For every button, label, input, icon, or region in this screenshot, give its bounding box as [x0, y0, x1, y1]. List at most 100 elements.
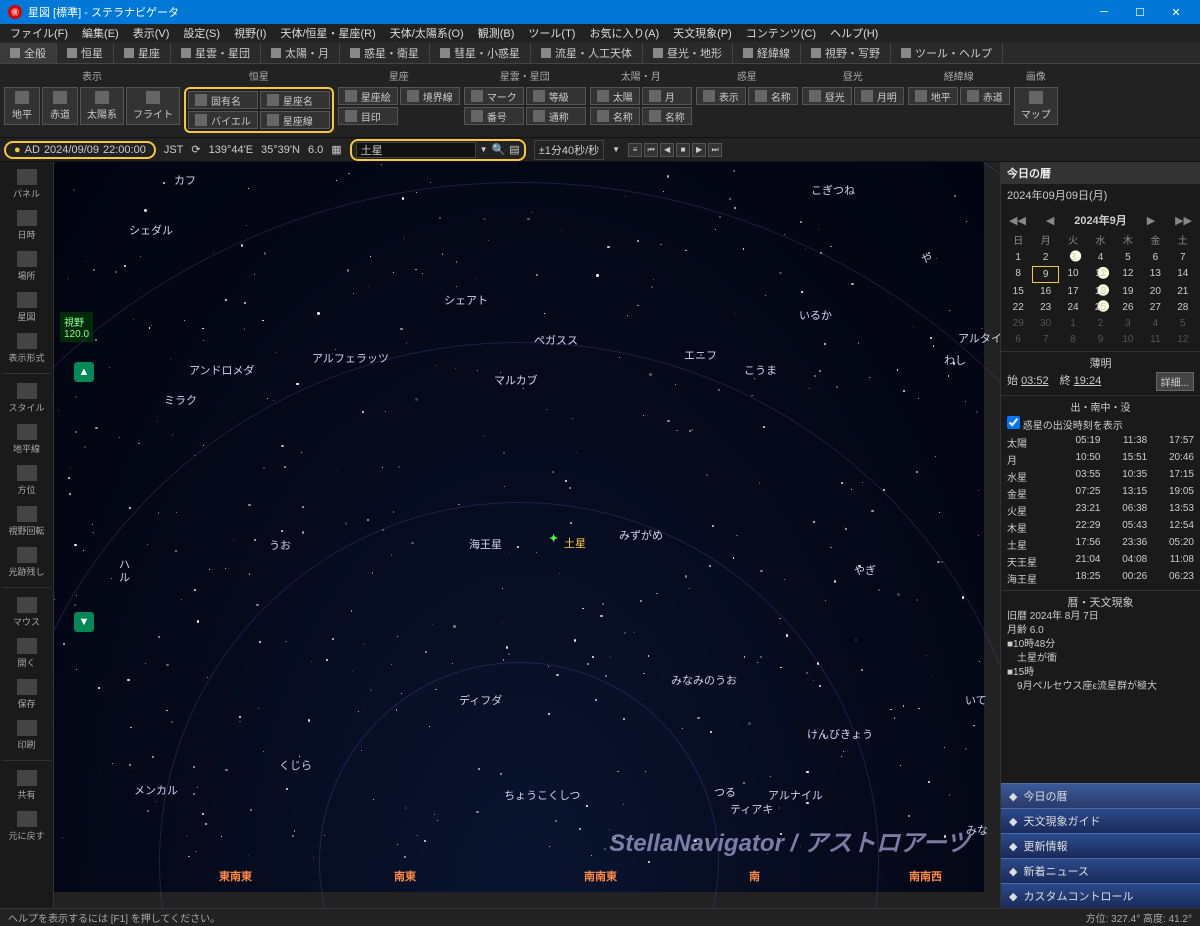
- forward-button[interactable]: ⏭: [708, 143, 722, 157]
- calendar-day[interactable]: 11: [1142, 332, 1168, 347]
- toolbar-button[interactable]: 太陽: [590, 87, 640, 105]
- side-tool-button[interactable]: 地平線: [2, 421, 51, 458]
- menu-item[interactable]: 視野(I): [228, 24, 272, 42]
- side-tool-button[interactable]: 元に戻す: [2, 808, 51, 845]
- toolbar-button[interactable]: 等級: [526, 87, 586, 105]
- calendar-day[interactable]: 8: [1005, 266, 1031, 283]
- toolbar-button[interactable]: 名称: [590, 107, 640, 125]
- cal-prev-month[interactable]: ◀: [1046, 214, 1054, 227]
- side-tool-button[interactable]: 視野回転: [2, 503, 51, 540]
- calendar-day[interactable]: 9: [1087, 332, 1113, 347]
- calendar-day[interactable]: 12: [1115, 266, 1141, 283]
- calendar-day[interactable]: 5: [1170, 316, 1196, 331]
- datetime-display[interactable]: ● AD 2024/09/09 22:00:00: [4, 141, 156, 159]
- side-tool-button[interactable]: パネル: [2, 166, 51, 203]
- calendar-day[interactable]: 10: [1115, 332, 1141, 347]
- step-icon[interactable]: ≡: [628, 143, 642, 157]
- category-tab[interactable]: 彗星・小惑星: [430, 43, 531, 63]
- calendar-day[interactable]: 23: [1032, 300, 1058, 315]
- minimize-button[interactable]: ─: [1088, 0, 1120, 24]
- toolbar-button[interactable]: 目印: [338, 107, 398, 125]
- search-input[interactable]: [356, 142, 476, 158]
- calendar-day[interactable]: 10: [1060, 266, 1086, 283]
- category-tab[interactable]: 太陽・月: [261, 43, 340, 63]
- calendar-day[interactable]: 22: [1005, 300, 1031, 315]
- toolbar-button[interactable]: 赤道: [960, 87, 1010, 105]
- list-icon[interactable]: ▤: [509, 143, 519, 156]
- calendar-day[interactable]: 30: [1032, 316, 1058, 331]
- calendar-day[interactable]: 25: [1087, 300, 1113, 315]
- calendar-day[interactable]: 6: [1005, 332, 1031, 347]
- toolbar-button[interactable]: 地平: [4, 87, 40, 125]
- panel-tab[interactable]: ◆カスタムコントロール: [1001, 883, 1200, 908]
- side-tool-button[interactable]: 保存: [2, 676, 51, 713]
- calendar-day[interactable]: 2: [1032, 250, 1058, 265]
- maximize-button[interactable]: ☐: [1124, 0, 1156, 24]
- menu-item[interactable]: 表示(V): [127, 24, 176, 42]
- calendar-day[interactable]: 13: [1142, 266, 1168, 283]
- toolbar-button[interactable]: 月明: [854, 87, 904, 105]
- calendar-day[interactable]: 12: [1170, 332, 1196, 347]
- category-tab[interactable]: 星雲・星団: [171, 43, 261, 63]
- calendar-day[interactable]: 1: [1060, 316, 1086, 331]
- category-tab[interactable]: 経緯線: [733, 43, 801, 63]
- side-tool-button[interactable]: 方位: [2, 462, 51, 499]
- toolbar-button[interactable]: フライト: [126, 87, 180, 125]
- calendar-day[interactable]: 26: [1115, 300, 1141, 315]
- toolbar-button[interactable]: 星座線: [260, 111, 330, 129]
- prev-button[interactable]: ◀: [660, 143, 674, 157]
- category-tab[interactable]: 視野・写野: [801, 43, 891, 63]
- side-tool-button[interactable]: 場所: [2, 248, 51, 285]
- side-tool-button[interactable]: 表示形式: [2, 330, 51, 367]
- calendar-day[interactable]: 15: [1005, 284, 1031, 299]
- calendar-day[interactable]: 1: [1005, 250, 1031, 265]
- calendar-day[interactable]: 8: [1060, 332, 1086, 347]
- toolbar-button[interactable]: 太陽系: [80, 87, 124, 125]
- menu-item[interactable]: 天体/太陽系(O): [384, 24, 470, 42]
- rewind-button[interactable]: ⏮: [644, 143, 658, 157]
- calendar-day[interactable]: 11: [1087, 266, 1113, 283]
- calendar-day[interactable]: 17: [1060, 284, 1086, 299]
- toolbar-button[interactable]: 昼光: [802, 87, 852, 105]
- now-icon[interactable]: ⟳: [191, 143, 200, 156]
- side-tool-button[interactable]: 日時: [2, 207, 51, 244]
- calendar-day[interactable]: 28: [1170, 300, 1196, 315]
- toolbar-button[interactable]: 赤道: [42, 87, 78, 125]
- calendar-day[interactable]: 4: [1087, 250, 1113, 265]
- stop-button[interactable]: ■: [676, 143, 690, 157]
- category-tab[interactable]: 昼光・地形: [643, 43, 733, 63]
- twilight-detail-button[interactable]: 詳細...: [1156, 372, 1194, 391]
- calendar-day[interactable]: 18: [1087, 284, 1113, 299]
- toolbar-button[interactable]: 表示: [696, 87, 746, 105]
- toolbar-button[interactable]: 星座名: [260, 91, 330, 109]
- menu-item[interactable]: 天文現象(P): [667, 24, 738, 42]
- calendar-day[interactable]: 3: [1115, 316, 1141, 331]
- calendar-day[interactable]: 5: [1115, 250, 1141, 265]
- timestep-dropdown[interactable]: ▼: [612, 145, 620, 154]
- calendar-day[interactable]: 6: [1142, 250, 1168, 265]
- menu-item[interactable]: 設定(S): [177, 24, 226, 42]
- category-tab[interactable]: 星座: [114, 43, 171, 63]
- close-button[interactable]: ✕: [1160, 0, 1192, 24]
- calendar-day[interactable]: 24: [1060, 300, 1086, 315]
- category-tab[interactable]: 惑星・衛星: [340, 43, 430, 63]
- menu-item[interactable]: お気に入り(A): [583, 24, 665, 42]
- toolbar-button[interactable]: 境界線: [400, 87, 460, 105]
- side-tool-button[interactable]: 光跡残し: [2, 544, 51, 581]
- panel-tab[interactable]: ◆天文現象ガイド: [1001, 808, 1200, 833]
- toolbar-button[interactable]: 番号: [464, 107, 524, 125]
- menu-item[interactable]: ツール(T): [522, 24, 581, 42]
- calendar-day[interactable]: 21: [1170, 284, 1196, 299]
- star-chart[interactable]: 視野 120.0 ▲ ▼ StellaNavigator / アストロアーツ カ…: [54, 162, 1000, 908]
- category-tab[interactable]: 流星・人工天体: [531, 43, 643, 63]
- dropdown-icon[interactable]: ▼: [480, 145, 488, 154]
- play-button[interactable]: ▶: [692, 143, 706, 157]
- panel-tab[interactable]: ◆今日の暦: [1001, 783, 1200, 808]
- calendar-day[interactable]: 9: [1032, 266, 1058, 283]
- calendar-day[interactable]: 19: [1115, 284, 1141, 299]
- menu-item[interactable]: ファイル(F): [4, 24, 74, 42]
- menu-item[interactable]: 天体/恒星・星座(R): [274, 24, 381, 42]
- side-tool-button[interactable]: 開く: [2, 635, 51, 672]
- calendar-day[interactable]: 2: [1087, 316, 1113, 331]
- side-tool-button[interactable]: 共有: [2, 767, 51, 804]
